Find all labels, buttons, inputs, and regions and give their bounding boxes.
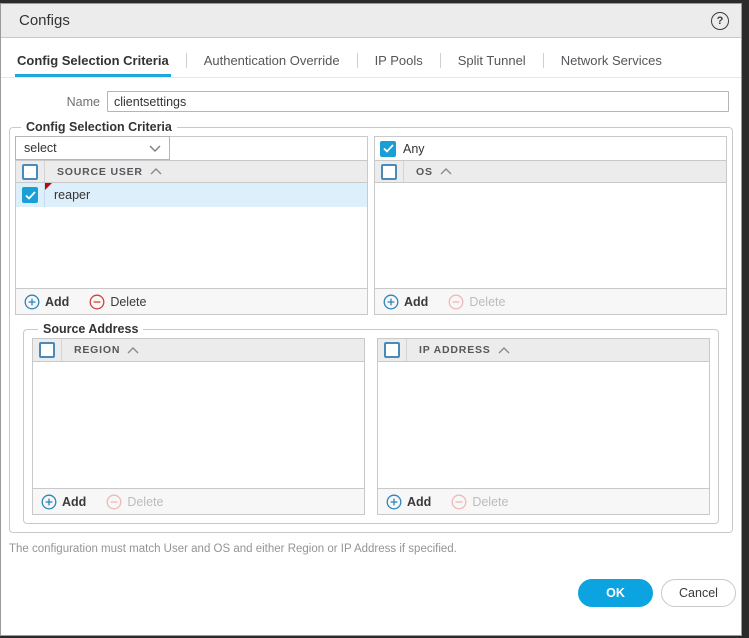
source-user-table: select SOURCE USER reaper Add Delete xyxy=(15,136,368,315)
os-any-row: Any xyxy=(375,137,726,160)
os-column-header[interactable]: OS xyxy=(404,161,452,182)
name-row: Name xyxy=(1,91,741,112)
tab-bar: Config Selection Criteria Authentication… xyxy=(1,38,741,78)
tab-config-selection-criteria[interactable]: Config Selection Criteria xyxy=(15,53,171,77)
source-address-legend: Source Address xyxy=(43,322,139,336)
name-input[interactable] xyxy=(107,91,729,112)
cancel-button[interactable]: Cancel xyxy=(661,579,736,607)
dialog-titlebar: Configs ? xyxy=(1,4,741,38)
os-any-checkbox[interactable] xyxy=(380,140,396,157)
region-table: REGION Add Delete xyxy=(32,338,365,515)
sort-asc-icon xyxy=(150,168,162,175)
tab-authentication-override[interactable]: Authentication Override xyxy=(202,53,342,77)
tab-separator xyxy=(439,53,441,68)
tab-separator xyxy=(185,53,187,68)
ip-address-table-body xyxy=(378,362,709,488)
add-icon xyxy=(24,294,40,310)
column-title: OS xyxy=(416,165,433,178)
tab-separator xyxy=(542,53,544,68)
match-rule-note: The configuration must match User and OS… xyxy=(9,543,457,555)
os-table: Any OS Add Delete xyxy=(374,136,727,315)
table-row[interactable]: reaper xyxy=(16,183,367,207)
tab-separator xyxy=(356,53,358,68)
region-select-all-checkbox[interactable] xyxy=(39,342,55,358)
source-user-select-all-checkbox[interactable] xyxy=(22,163,38,180)
delete-button: Delete xyxy=(451,494,508,510)
column-title: IP ADDRESS xyxy=(419,344,491,356)
add-button[interactable]: Add xyxy=(386,494,431,510)
modified-flag-icon xyxy=(45,183,52,190)
os-header-row: OS xyxy=(375,160,726,183)
ip-address-table: IP ADDRESS Add Delete xyxy=(377,338,710,515)
delete-button[interactable]: Delete xyxy=(89,294,146,310)
dialog-footer: OK Cancel xyxy=(1,579,741,607)
configs-dialog: Configs ? Config Selection Criteria Auth… xyxy=(0,3,742,636)
source-address-group: Source Address REGION Add Delete IP ADDR… xyxy=(23,322,719,524)
delete-button: Delete xyxy=(448,294,505,310)
help-icon[interactable]: ? xyxy=(711,11,729,30)
cell-text: reaper xyxy=(54,188,91,202)
add-icon xyxy=(41,494,57,510)
delete-icon xyxy=(89,294,105,310)
region-footer: Add Delete xyxy=(33,488,364,514)
ip-address-header-row: IP ADDRESS xyxy=(378,339,709,362)
add-button[interactable]: Add xyxy=(24,294,69,310)
delete-icon xyxy=(448,294,464,310)
os-footer: Add Delete xyxy=(375,288,726,314)
chevron-down-icon xyxy=(149,145,161,152)
sort-asc-icon xyxy=(498,346,510,354)
os-any-label: Any xyxy=(403,141,425,156)
name-label: Name xyxy=(66,94,100,109)
dialog-title: Configs xyxy=(19,12,70,29)
region-table-body xyxy=(33,362,364,488)
ip-address-column-header[interactable]: IP ADDRESS xyxy=(407,339,510,361)
column-title: SOURCE USER xyxy=(57,165,143,178)
ip-address-select-all-checkbox[interactable] xyxy=(384,342,400,358)
tab-ip-pools[interactable]: IP Pools xyxy=(373,53,425,77)
tab-network-services[interactable]: Network Services xyxy=(559,53,664,77)
row-checkbox[interactable] xyxy=(22,187,38,203)
delete-button: Delete xyxy=(106,494,163,510)
source-user-footer: Add Delete xyxy=(16,288,367,314)
source-user-toolbar: select xyxy=(15,136,367,160)
source-user-column-header[interactable]: SOURCE USER xyxy=(45,161,162,182)
ok-button[interactable]: OK xyxy=(578,579,653,607)
delete-icon xyxy=(451,494,467,510)
os-table-body xyxy=(375,183,726,288)
source-user-cell: reaper xyxy=(45,183,367,207)
sort-asc-icon xyxy=(127,346,139,354)
region-column-header[interactable]: REGION xyxy=(62,339,139,361)
add-button[interactable]: Add xyxy=(383,294,428,310)
add-icon xyxy=(386,494,402,510)
ip-address-footer: Add Delete xyxy=(378,488,709,514)
config-selection-criteria-legend: Config Selection Criteria xyxy=(26,120,172,134)
source-user-header-row: SOURCE USER xyxy=(16,160,367,183)
config-selection-criteria-group: Config Selection Criteria select SOURCE … xyxy=(9,120,733,533)
add-icon xyxy=(383,294,399,310)
delete-icon xyxy=(106,494,122,510)
tab-split-tunnel[interactable]: Split Tunnel xyxy=(456,53,528,77)
column-title: REGION xyxy=(74,344,121,356)
region-header-row: REGION xyxy=(33,339,364,362)
sort-asc-icon xyxy=(440,168,452,175)
source-user-table-body: reaper xyxy=(16,183,367,288)
select-value: select xyxy=(24,141,57,155)
add-button[interactable]: Add xyxy=(41,494,86,510)
source-user-filter-select[interactable]: select xyxy=(15,136,170,160)
os-select-all-checkbox[interactable] xyxy=(381,163,397,180)
